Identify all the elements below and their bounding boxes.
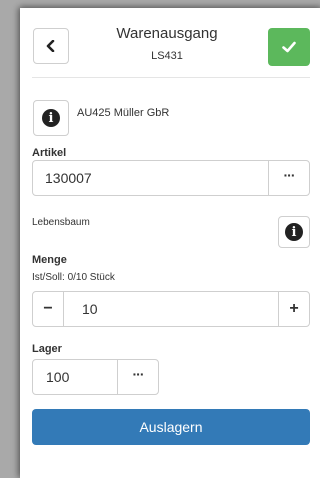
customer-label: AU425 Müller GbR <box>77 107 170 119</box>
submit-button[interactable]: Auslagern <box>32 409 310 445</box>
confirm-button[interactable] <box>268 28 310 66</box>
quantity-input[interactable]: 10 <box>82 292 98 326</box>
quantity-label: Menge <box>32 254 67 266</box>
article-lookup-button[interactable]: ··· <box>268 161 309 195</box>
chevron-left-icon <box>46 40 55 52</box>
back-button[interactable] <box>33 28 69 64</box>
delivery-note-number: LS431 <box>151 50 183 62</box>
customer-info-button[interactable]: i <box>33 100 69 136</box>
quantity-decrement-button[interactable]: − <box>33 292 64 326</box>
storage-input[interactable]: 100 <box>46 360 69 394</box>
storage-lookup-button[interactable]: ··· <box>117 360 158 394</box>
article-input-group: 130007 ··· <box>32 160 310 196</box>
form-card: Warenausgang LS431 i AU425 Müller GbR Ar… <box>20 8 320 478</box>
check-icon <box>282 41 296 53</box>
quantity-increment-button[interactable]: + <box>278 292 309 326</box>
article-input[interactable]: 130007 <box>45 161 92 195</box>
ellipsis-icon: ··· <box>132 366 145 382</box>
minus-icon: − <box>43 300 53 317</box>
article-name: Lebensbaum <box>32 217 90 228</box>
storage-label: Lager <box>32 343 62 355</box>
info-icon: i <box>42 109 60 127</box>
article-label: Artikel <box>32 147 67 159</box>
ellipsis-icon: ··· <box>283 167 296 183</box>
plus-icon: + <box>289 300 299 317</box>
page-title: Warenausgang <box>116 25 218 42</box>
info-icon: i <box>285 223 303 241</box>
storage-input-group: 100 ··· <box>32 359 159 395</box>
quantity-stepper: − 10 + <box>32 291 310 327</box>
header-divider <box>32 77 310 78</box>
article-info-button[interactable]: i <box>278 216 310 248</box>
quantity-info: Ist/Soll: 0/10 Stück <box>32 272 115 283</box>
